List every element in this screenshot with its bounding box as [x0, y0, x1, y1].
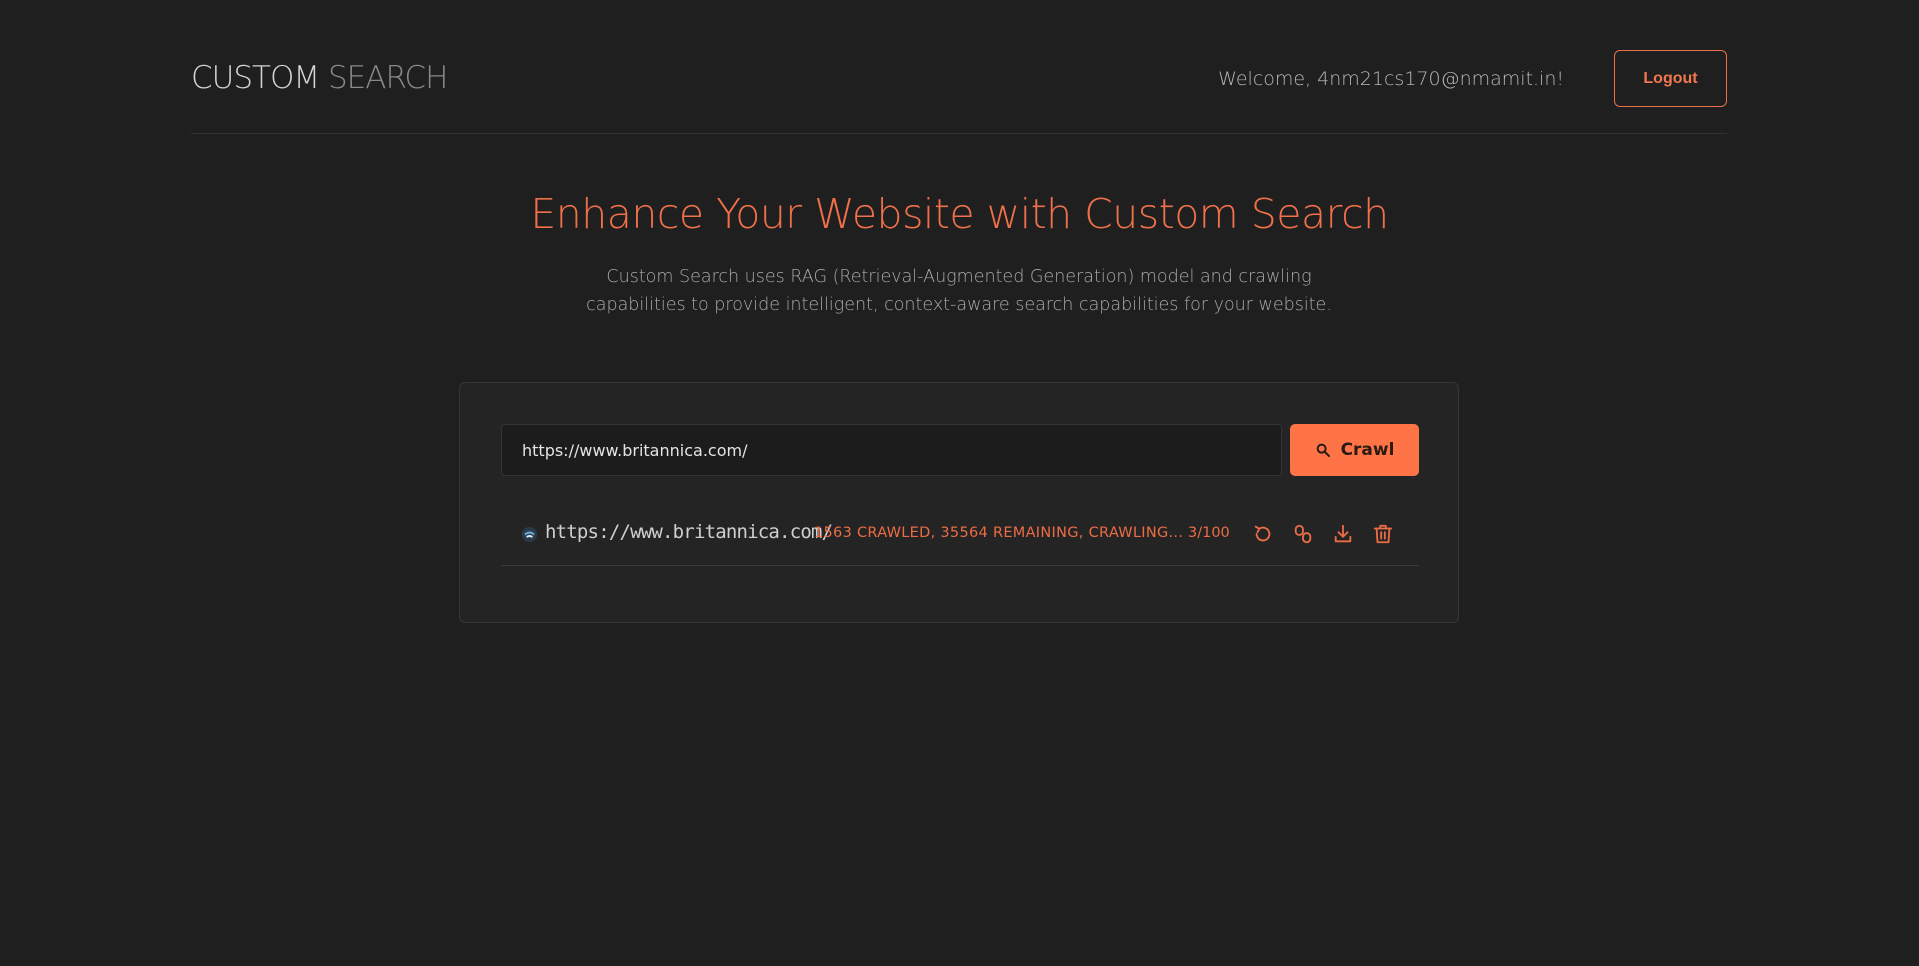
crawl-job-url[interactable]: https://www.britannica.com/: [545, 521, 833, 543]
header: CUSTOM SEARCH Welcome, 4nm21cs170@nmamit…: [191, 0, 1727, 134]
britannica-favicon-icon: [521, 526, 538, 543]
logout-button[interactable]: Logout: [1614, 50, 1727, 107]
welcome-message: Welcome, 4nm21cs170@nmamit.in!: [1218, 68, 1564, 90]
hero-description: Custom Search uses RAG (Retrieval-Augmen…: [586, 267, 1332, 315]
crawl-job-status: 1563 CRAWLED, 35564 REMAINING, CRAWLING.…: [814, 525, 1184, 541]
crawl-button[interactable]: Crawl: [1290, 424, 1419, 476]
crawl-job-row: https://www.britannica.com/ 1563 CRAWLED…: [501, 521, 1419, 566]
crawl-card: Crawl https://www.britannica.com/ 1563 C…: [459, 382, 1459, 623]
crawl-job-count: 3/100: [1188, 525, 1230, 541]
logo-text-search: SEARCH: [327, 60, 448, 96]
page: CUSTOM SEARCH Welcome, 4nm21cs170@nmamit…: [0, 0, 1919, 966]
refresh-icon[interactable]: [1250, 521, 1276, 547]
download-icon[interactable]: [1330, 521, 1356, 547]
url-input[interactable]: [501, 424, 1282, 476]
crawl-button-label: Crawl: [1340, 440, 1395, 460]
hero-title: Enhance Your Website with Custom Search: [530, 190, 1389, 238]
logo-text-custom: CUSTOM: [191, 60, 320, 96]
link-icon[interactable]: [1290, 521, 1316, 547]
trash-icon[interactable]: [1370, 521, 1396, 547]
search-icon: [1315, 442, 1331, 458]
app-logo: CUSTOM SEARCH: [191, 60, 448, 96]
